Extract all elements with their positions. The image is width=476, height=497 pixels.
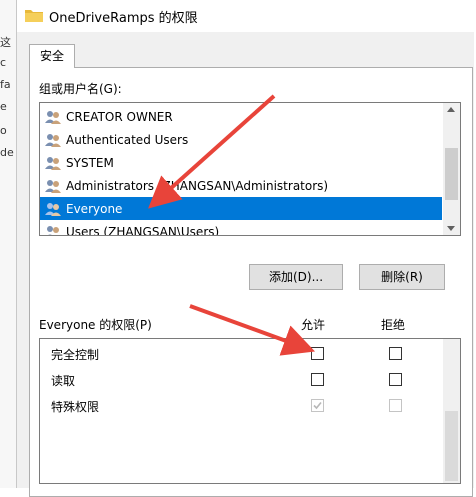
allow-full-control-checkbox[interactable] bbox=[311, 347, 324, 360]
users-scrollbar[interactable] bbox=[443, 103, 460, 235]
users-group-icon bbox=[45, 202, 61, 216]
scrollbar-thumb[interactable] bbox=[445, 411, 458, 481]
add-button[interactable]: 添加(D)... bbox=[249, 264, 343, 290]
deny-column-header: 拒绝 bbox=[381, 318, 406, 332]
allow-column-header: 允许 bbox=[301, 318, 326, 332]
list-item[interactable]: SYSTEM bbox=[40, 151, 442, 174]
users-listbox[interactable]: CREATOR OWNER Authenticated Users SYSTEM… bbox=[39, 102, 461, 236]
bg-text-fragment: fa bbox=[0, 78, 11, 91]
remove-button[interactable]: 删除(R) bbox=[359, 264, 445, 290]
tab-security[interactable]: 安全 bbox=[29, 44, 75, 68]
allow-read-checkbox[interactable] bbox=[311, 373, 324, 386]
allow-special-checkbox bbox=[311, 399, 324, 412]
deny-full-control-checkbox[interactable] bbox=[389, 347, 402, 360]
permissions-label: Everyone 的权限(P) bbox=[39, 318, 152, 332]
checkmark-icon bbox=[313, 401, 322, 410]
deny-read-checkbox[interactable] bbox=[389, 373, 402, 386]
background-window-strip: 这 c fa e o de bbox=[0, 0, 16, 488]
scrollbar-thumb[interactable] bbox=[445, 148, 458, 200]
title-bar[interactable]: OneDriveRamps 的权限 bbox=[17, 0, 474, 32]
users-group-icon bbox=[45, 110, 61, 124]
group-users-label: 组或用户名(G): bbox=[39, 82, 122, 96]
bg-text-fragment: o bbox=[0, 124, 7, 137]
permission-special: 特殊权限 bbox=[51, 400, 100, 414]
scroll-down-arrow-icon[interactable] bbox=[447, 226, 455, 231]
users-group-icon bbox=[45, 156, 61, 170]
permissions-scrollbar[interactable] bbox=[443, 339, 460, 483]
scroll-up-arrow-icon[interactable] bbox=[447, 107, 455, 112]
users-group-icon bbox=[45, 179, 61, 193]
window-title: OneDriveRamps 的权限 bbox=[49, 11, 198, 26]
bg-text-fragment: c bbox=[0, 56, 7, 69]
list-item[interactable]: Administrators (ZHANGSAN\Administrators) bbox=[40, 174, 442, 197]
users-group-icon bbox=[47, 225, 59, 235]
bg-text-fragment: de bbox=[0, 146, 14, 159]
users-group-icon bbox=[45, 133, 61, 147]
bg-text-fragment: 这 bbox=[0, 36, 11, 49]
list-item[interactable]: Users (ZHANGSAN\Users) bbox=[40, 220, 442, 236]
permission-full-control: 完全控制 bbox=[51, 348, 100, 362]
list-item[interactable]: Authenticated Users bbox=[40, 128, 442, 151]
user-label: Administrators (ZHANGSAN\Administrators) bbox=[66, 178, 329, 193]
list-item[interactable]: CREATOR OWNER bbox=[40, 105, 442, 128]
user-label: SYSTEM bbox=[66, 155, 114, 170]
user-label: CREATOR OWNER bbox=[66, 109, 173, 124]
permissions-dialog: OneDriveRamps 的权限 安全 组或用户名(G): CREATOR O… bbox=[16, 0, 474, 497]
permission-read: 读取 bbox=[51, 374, 76, 388]
bg-text-fragment: e bbox=[0, 100, 7, 113]
folder-icon bbox=[25, 10, 43, 22]
user-label: Everyone bbox=[66, 201, 123, 216]
user-label: Users (ZHANGSAN\Users) bbox=[66, 224, 220, 236]
user-label: Authenticated Users bbox=[66, 132, 189, 147]
list-item-selected[interactable]: Everyone bbox=[40, 197, 442, 220]
deny-special-checkbox bbox=[389, 399, 402, 412]
